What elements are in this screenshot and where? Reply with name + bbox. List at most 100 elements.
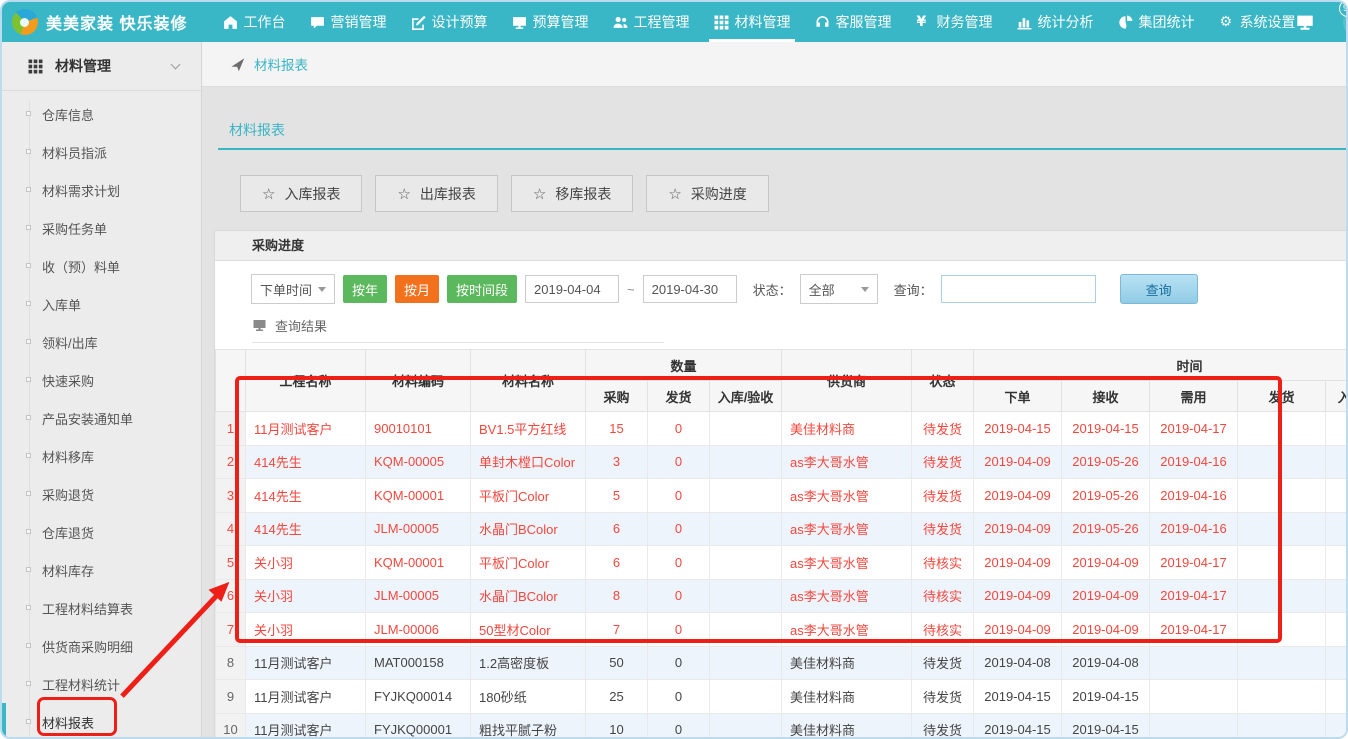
table-row[interactable]: 7关小羽JLM-0000650型材Color70as李大哥水管待核实2019-0… bbox=[216, 613, 1347, 647]
date-to-input[interactable] bbox=[643, 275, 737, 303]
menu-item-material[interactable]: 材料管理 bbox=[714, 2, 790, 42]
table-row[interactable]: 911月测试客户FYJKQ00014180砂纸250美佳材料商待发货2019-0… bbox=[216, 680, 1347, 714]
by-range-button[interactable]: 按时间段 bbox=[447, 275, 517, 303]
sidebar-item-purchase-task[interactable]: 采购任务单 bbox=[2, 209, 201, 247]
sidebar-item-material-stock[interactable]: 材料库存 bbox=[2, 551, 201, 589]
sidebar-item-material-requirement-plan[interactable]: 材料需求计划 bbox=[2, 171, 201, 209]
sidebar-item-label: 收（预）料单 bbox=[42, 257, 120, 276]
sidebar-item-product-install-notice[interactable]: 产品安装通知单 bbox=[2, 399, 201, 437]
results-header: 查询结果 bbox=[252, 316, 664, 343]
menu-item-engineering[interactable]: 工程管理 bbox=[613, 2, 689, 42]
query-button[interactable]: 查询 bbox=[1120, 274, 1198, 304]
menu-item-marketing[interactable]: 营销管理 bbox=[310, 2, 386, 42]
menu-item-customer-service[interactable]: 客服管理 bbox=[815, 2, 891, 42]
cell-no: 4 bbox=[216, 512, 246, 546]
table-row[interactable]: 2414先生KQM-00005单封木樘口Color30as李大哥水管待发货201… bbox=[216, 445, 1347, 479]
query-input[interactable] bbox=[941, 275, 1096, 303]
cell-status: 待发货 bbox=[912, 479, 974, 513]
status-select[interactable]: 全部 bbox=[800, 274, 878, 304]
by-month-button[interactable]: 按月 bbox=[395, 275, 439, 303]
menu-item-design-budget[interactable]: 设计预算 bbox=[411, 2, 487, 42]
cell-name: 水晶门BColor bbox=[471, 512, 586, 546]
table-row[interactable]: 811月测试客户MAT0001581.2高密度板500美佳材料商待发货2019-… bbox=[216, 646, 1347, 680]
cell-code: FYJKQ00001 bbox=[366, 713, 471, 737]
cell-t_order: 2019-04-09 bbox=[974, 579, 1062, 613]
sidebar-item-material-report[interactable]: 材料报表 bbox=[2, 703, 201, 739]
sidebar-item-material-staff-assign[interactable]: 材料员指派 bbox=[2, 133, 201, 171]
menu-item-workbench[interactable]: 工作台 bbox=[223, 2, 285, 42]
cell-t_order: 2019-04-09 bbox=[974, 479, 1062, 513]
sidebar-item-project-material-settlement[interactable]: 工程材料结算表 bbox=[2, 589, 201, 627]
sidebar-list: 仓库信息材料员指派材料需求计划采购任务单收（预）料单入库单领料/出库快速采购产品… bbox=[2, 91, 201, 739]
order-time-select[interactable]: 下单时间 bbox=[251, 274, 335, 304]
menu-item-settings[interactable]: ⚙系统设置 bbox=[1219, 2, 1295, 42]
cell-purchase: 6 bbox=[586, 512, 648, 546]
cell-ship: 0 bbox=[648, 713, 710, 737]
sidebar-item-quick-purchase[interactable]: 快速采购 bbox=[2, 361, 201, 399]
cell-inbound bbox=[710, 546, 782, 580]
cell-name: 单封木樘口Color bbox=[471, 445, 586, 479]
results-label: 查询结果 bbox=[275, 316, 327, 335]
gear-icon: ⚙ bbox=[1219, 15, 1234, 30]
menu-item-budget[interactable]: 预算管理 bbox=[512, 2, 588, 42]
cell-name: 180砂纸 bbox=[471, 680, 586, 714]
table-row[interactable]: 111月测试客户90010101BV1.5平方红线150美佳材料商待发货2019… bbox=[216, 412, 1347, 446]
date-from-input[interactable] bbox=[525, 275, 619, 303]
sidebar-item-label: 采购任务单 bbox=[42, 219, 107, 238]
sidebar-item-receive-material[interactable]: 收（预）料单 bbox=[2, 247, 201, 285]
cell-t_ship bbox=[1238, 680, 1326, 714]
sidebar-item-material-move[interactable]: 材料移库 bbox=[2, 437, 201, 475]
cell-t_inbound bbox=[1326, 445, 1346, 479]
cell-project: 关小羽 bbox=[246, 613, 366, 647]
sidebar-item-project-material-stats[interactable]: 工程材料统计 bbox=[2, 665, 201, 703]
cell-t_ship bbox=[1238, 713, 1326, 737]
cell-status: 待发货 bbox=[912, 512, 974, 546]
table-row[interactable]: 3414先生KQM-00001平板门Color50as李大哥水管待发货2019-… bbox=[216, 479, 1347, 513]
sidebar-header[interactable]: 材料管理 bbox=[2, 42, 201, 91]
sidebar-item-label: 仓库退货 bbox=[42, 523, 94, 542]
menu-item-group-stats[interactable]: 集团统计 bbox=[1118, 2, 1194, 42]
sidebar-item-purchase-return[interactable]: 采购退货 bbox=[2, 475, 201, 513]
brand[interactable]: 美美家装 快乐装修 bbox=[2, 9, 187, 35]
cell-name: 水晶门BColor bbox=[471, 579, 586, 613]
sidebar-item-label: 采购退货 bbox=[42, 485, 94, 504]
menu-item-stats[interactable]: 统计分析 bbox=[1017, 2, 1093, 42]
display-icon[interactable] bbox=[1295, 13, 1315, 31]
sidebar-item-warehouse-info[interactable]: 仓库信息 bbox=[2, 95, 201, 133]
report-button-label: 采购进度 bbox=[691, 184, 747, 204]
cell-t_order: 2019-04-09 bbox=[974, 546, 1062, 580]
menu-item-finance[interactable]: ¥财务管理 bbox=[916, 2, 992, 42]
tab-material-report[interactable]: 材料报表 bbox=[229, 120, 285, 140]
tab-underline bbox=[218, 148, 1346, 150]
cell-t_inbound bbox=[1326, 680, 1346, 714]
cell-t_order: 2019-04-09 bbox=[974, 512, 1062, 546]
cell-t_need: 2019-04-16 bbox=[1150, 445, 1238, 479]
sidebar-item-material-outbound[interactable]: 领料/出库 bbox=[2, 323, 201, 361]
sidebar-item-label: 材料需求计划 bbox=[42, 181, 120, 200]
sidebar-item-inbound-order[interactable]: 入库单 bbox=[2, 285, 201, 323]
table-row[interactable]: 4414先生JLM-00005水晶门BColor60as李大哥水管待发货2019… bbox=[216, 512, 1347, 546]
cell-t_receive: 2019-04-09 bbox=[1062, 613, 1150, 647]
cell-purchase: 6 bbox=[586, 546, 648, 580]
menu-item-label: 集团统计 bbox=[1138, 12, 1194, 32]
table-row[interactable]: 1011月测试客户FYJKQ00001粗找平腻子粉100美佳材料商待发货2019… bbox=[216, 713, 1347, 737]
cell-project: 11月测试客户 bbox=[246, 646, 366, 680]
messages-button[interactable]: 99 bbox=[1343, 5, 1348, 39]
by-year-button[interactable]: 按年 bbox=[343, 275, 387, 303]
home-icon bbox=[223, 15, 238, 30]
sidebar-item-warehouse-return[interactable]: 仓库退货 bbox=[2, 513, 201, 551]
outbound-report-button[interactable]: ☆出库报表 bbox=[375, 175, 497, 212]
purchase-progress-button[interactable]: ☆采购进度 bbox=[646, 175, 768, 212]
sidebar-item-supplier-purchase-detail[interactable]: 供货商采购明细 bbox=[2, 627, 201, 665]
table-row[interactable]: 6关小羽JLM-00005水晶门BColor80as李大哥水管待核实2019-0… bbox=[216, 579, 1347, 613]
cell-inbound bbox=[710, 479, 782, 513]
inbound-report-button[interactable]: ☆入库报表 bbox=[240, 175, 362, 212]
chevron-down-icon bbox=[171, 59, 181, 69]
table-row[interactable]: 5关小羽KQM-00001平板门Color60as李大哥水管待核实2019-04… bbox=[216, 546, 1347, 580]
move-report-button[interactable]: ☆移库报表 bbox=[511, 175, 633, 212]
menu-item-label: 统计分析 bbox=[1037, 12, 1093, 32]
cell-t_need bbox=[1150, 680, 1238, 714]
cell-inbound bbox=[710, 412, 782, 446]
sidebar-item-label: 领料/出库 bbox=[42, 333, 98, 352]
sidebar-item-label: 快速采购 bbox=[42, 371, 94, 390]
